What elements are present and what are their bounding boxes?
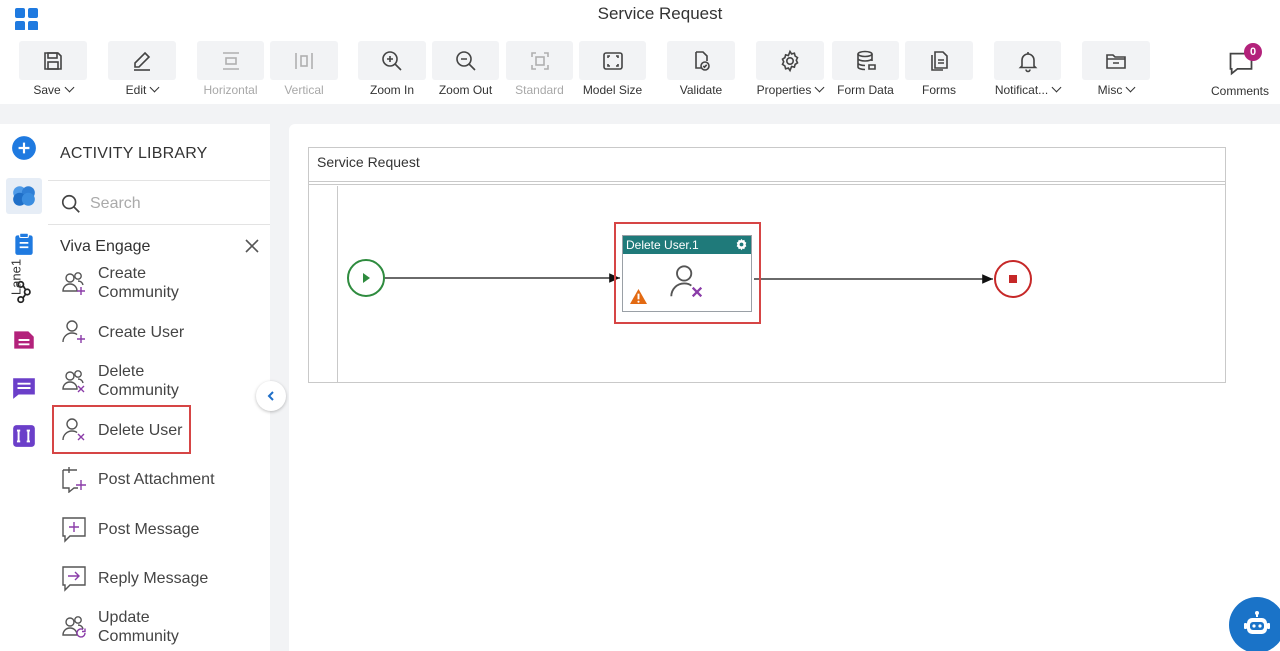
flow-connectors: [347, 259, 1032, 298]
robot-icon: [1244, 611, 1270, 634]
chatbot-button[interactable]: [1229, 597, 1280, 651]
stop-icon: [1009, 275, 1017, 283]
task-highlight: [614, 222, 761, 324]
end-event[interactable]: [994, 260, 1032, 298]
start-event[interactable]: [347, 259, 385, 297]
